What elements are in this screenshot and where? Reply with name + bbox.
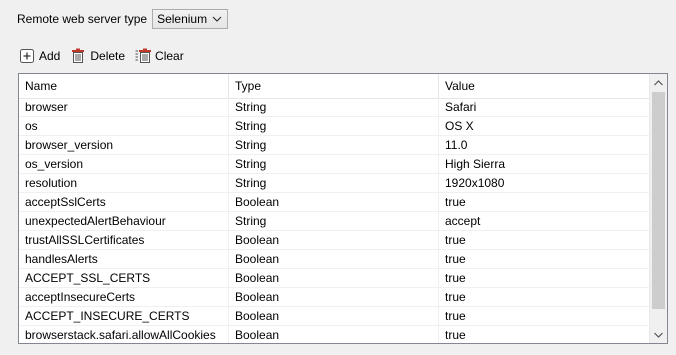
- cell-name[interactable]: acceptInsecureCerts: [19, 288, 229, 306]
- cell-name[interactable]: resolution: [19, 174, 229, 192]
- scrollbar-thumb[interactable]: [652, 92, 665, 309]
- table-row[interactable]: browserstack.safari.allowAllCookies Boole…: [19, 326, 651, 343]
- server-type-label: Remote web server type: [17, 12, 148, 26]
- table-body: browser String Safari os String OS Xbrowser_v…: [19, 98, 651, 343]
- cell-value[interactable]: accept: [439, 212, 651, 230]
- cell-type[interactable]: String: [229, 155, 439, 173]
- table-row[interactable]: os_version String High Sierra: [19, 155, 651, 174]
- table-row[interactable]: handlesAlerts Boolean true: [19, 250, 651, 269]
- table-row[interactable]: browser_version String 11.0: [19, 136, 651, 155]
- chevron-down-icon: [212, 13, 222, 28]
- cell-name[interactable]: ACCEPT_INSECURE_CERTS: [19, 307, 229, 325]
- cell-value[interactable]: Safari: [439, 98, 651, 116]
- cell-type[interactable]: String: [229, 98, 439, 116]
- cell-value[interactable]: true: [439, 250, 651, 268]
- capabilities-table: Name Type Value browser String Safari os Str…: [18, 73, 668, 344]
- cell-type[interactable]: Boolean: [229, 250, 439, 268]
- cell-type[interactable]: Boolean: [229, 326, 439, 343]
- cell-name[interactable]: browser: [19, 98, 229, 116]
- table-row[interactable]: unexpectedAlertBehaviour String accept: [19, 212, 651, 231]
- server-type-value: Selenium: [157, 12, 208, 26]
- cell-value[interactable]: 11.0: [439, 136, 651, 154]
- cell-type[interactable]: Boolean: [229, 288, 439, 306]
- table-row[interactable]: ACCEPT_SSL_CERTS Boolean true: [19, 269, 651, 288]
- cell-name[interactable]: trustAllSSLCertificates: [19, 231, 229, 249]
- toolbar: Add Delete Clear: [19, 46, 194, 66]
- cell-type[interactable]: Boolean: [229, 269, 439, 287]
- cell-type[interactable]: String: [229, 174, 439, 192]
- column-header-type[interactable]: Type: [229, 74, 439, 98]
- cell-value[interactable]: true: [439, 193, 651, 211]
- cell-name[interactable]: handlesAlerts: [19, 250, 229, 268]
- clear-button[interactable]: Clear: [135, 48, 184, 64]
- clear-icon: [135, 48, 152, 64]
- cell-type[interactable]: Boolean: [229, 307, 439, 325]
- cell-value[interactable]: true: [439, 269, 651, 287]
- table-row[interactable]: acceptSslCerts Boolean true: [19, 193, 651, 212]
- cell-name[interactable]: browserstack.safari.allowAllCookies: [19, 326, 229, 343]
- server-type-row: Remote web server type Selenium: [17, 8, 229, 30]
- cell-type[interactable]: String: [229, 136, 439, 154]
- vertical-scrollbar[interactable]: [649, 74, 667, 343]
- plus-icon: [19, 48, 35, 64]
- cell-name[interactable]: acceptSslCerts: [19, 193, 229, 211]
- cell-name[interactable]: browser_version: [19, 136, 229, 154]
- cell-name[interactable]: unexpectedAlertBehaviour: [19, 212, 229, 230]
- cell-name[interactable]: ACCEPT_SSL_CERTS: [19, 269, 229, 287]
- cell-value[interactable]: High Sierra: [439, 155, 651, 173]
- cell-value[interactable]: true: [439, 307, 651, 325]
- cell-type[interactable]: Boolean: [229, 231, 439, 249]
- trash-icon: [70, 48, 86, 64]
- table-row[interactable]: browser String Safari: [19, 98, 651, 117]
- cell-value[interactable]: 1920x1080: [439, 174, 651, 192]
- scroll-up-icon[interactable]: [650, 74, 667, 91]
- table-row[interactable]: acceptInsecureCerts Boolean true: [19, 288, 651, 307]
- table-row[interactable]: resolution String 1920x1080: [19, 174, 651, 193]
- table-row[interactable]: trustAllSSLCertificates Boolean true: [19, 231, 651, 250]
- cell-name[interactable]: os: [19, 117, 229, 135]
- table-row[interactable]: os String OS X: [19, 117, 651, 136]
- column-header-value[interactable]: Value: [439, 74, 651, 98]
- cell-type[interactable]: String: [229, 212, 439, 230]
- server-type-select[interactable]: Selenium: [152, 9, 229, 29]
- add-label: Add: [39, 49, 61, 63]
- table-row[interactable]: ACCEPT_INSECURE_CERTS Boolean true: [19, 307, 651, 326]
- delete-button[interactable]: Delete: [70, 48, 125, 64]
- cell-name[interactable]: os_version: [19, 155, 229, 173]
- cell-type[interactable]: String: [229, 117, 439, 135]
- delete-label: Delete: [90, 49, 126, 63]
- cell-value[interactable]: true: [439, 231, 651, 249]
- cell-value[interactable]: true: [439, 288, 651, 306]
- add-button[interactable]: Add: [19, 48, 60, 64]
- column-header-name[interactable]: Name: [19, 74, 229, 98]
- clear-label: Clear: [155, 49, 184, 63]
- cell-type[interactable]: Boolean: [229, 193, 439, 211]
- cell-value[interactable]: true: [439, 326, 651, 343]
- table-header: Name Type Value: [19, 74, 651, 99]
- cell-value[interactable]: OS X: [439, 117, 651, 135]
- scroll-down-icon[interactable]: [650, 326, 667, 343]
